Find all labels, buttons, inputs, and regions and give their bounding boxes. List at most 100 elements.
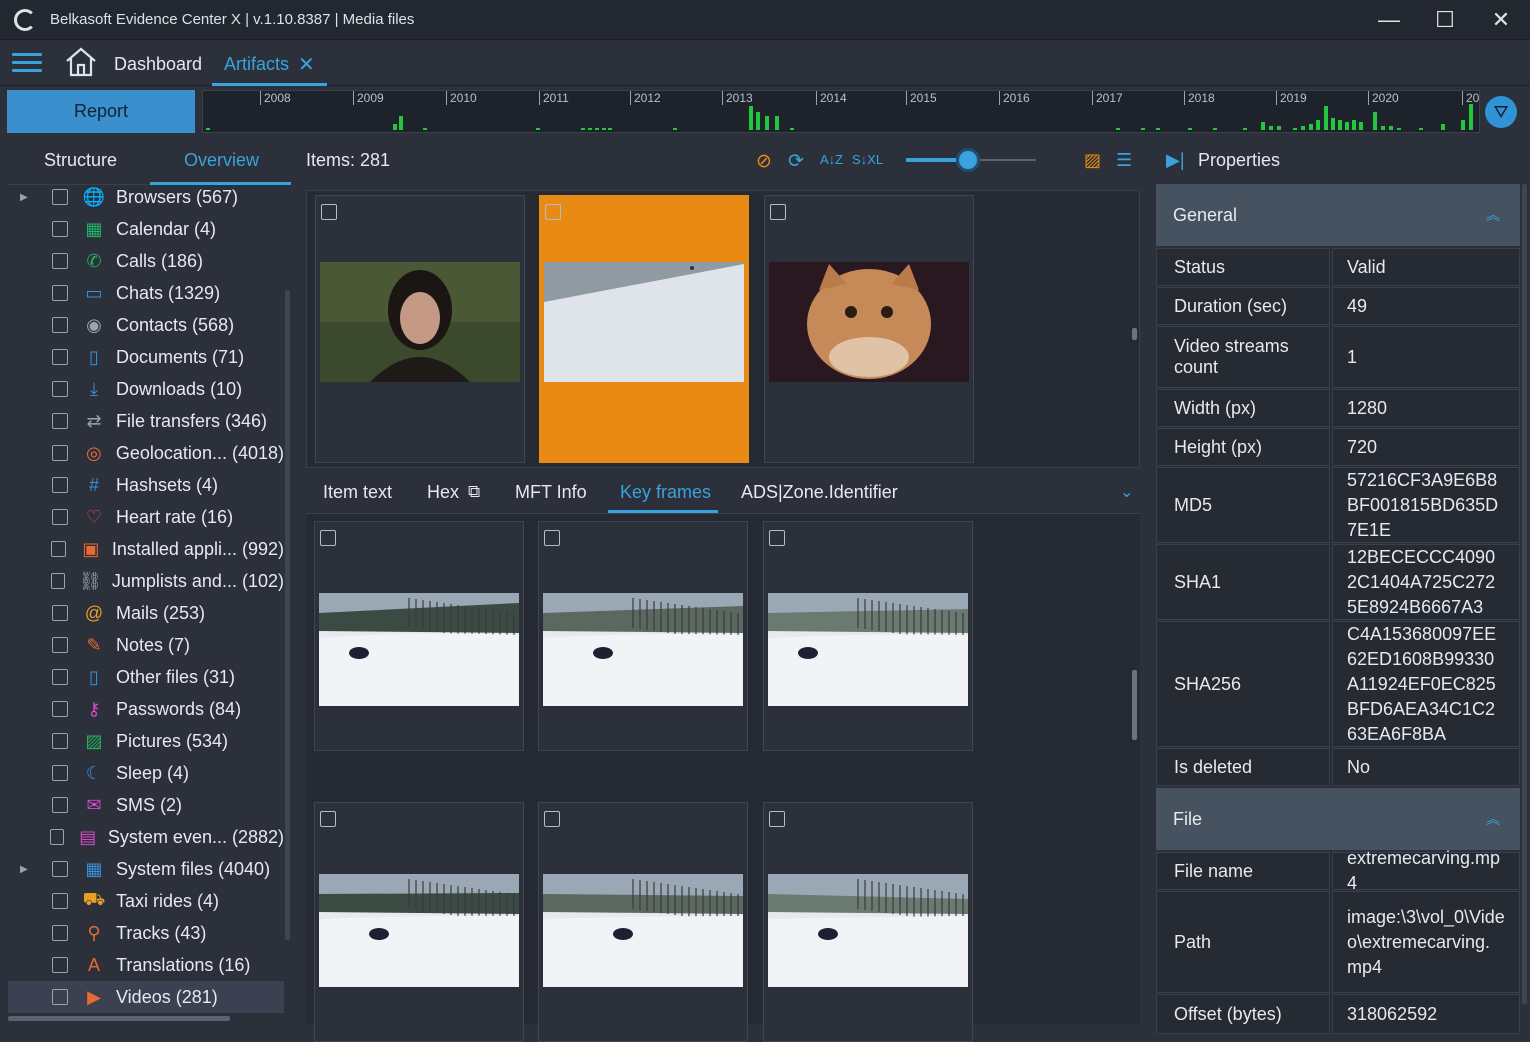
tree-item-checkbox[interactable]	[52, 317, 68, 333]
tree-item-checkbox[interactable]	[52, 733, 68, 749]
tree-item[interactable]: ▶ 🌐 Browsers (567)	[8, 181, 284, 213]
tab-mft-info[interactable]: MFT Info	[515, 482, 587, 503]
tree-item-checkbox[interactable]	[52, 509, 68, 525]
tree-item-checkbox[interactable]	[50, 573, 66, 589]
media-card[interactable]	[764, 195, 974, 463]
property-row[interactable]: Path image:\3\vol_0\Video\extremecarving.…	[1156, 891, 1520, 993]
property-row[interactable]: MD5 57216CF3A9E6B8BF001815BD635D7E1E	[1156, 467, 1520, 543]
key-frame-card[interactable]	[763, 521, 973, 751]
tree-item-checkbox[interactable]	[52, 861, 68, 877]
report-button[interactable]: Report	[7, 90, 195, 133]
tree-item-checkbox[interactable]	[52, 637, 68, 653]
menu-icon[interactable]	[12, 53, 42, 73]
tree-item[interactable]: ◎ Geolocation... (4018)	[8, 437, 284, 469]
tab-dashboard[interactable]: Dashboard	[114, 54, 202, 75]
key-frame-card[interactable]	[538, 521, 748, 751]
gallery-view-icon[interactable]: ▨	[1084, 150, 1101, 171]
properties-scrollbar[interactable]	[1522, 184, 1527, 1004]
home-icon[interactable]	[64, 46, 98, 78]
tree-item[interactable]: ⚷ Passwords (84)	[8, 693, 284, 725]
timeline-histogram[interactable]: 2008 2009 2010 2011 2012 2013 2014 2015 2016 2017…	[202, 90, 1480, 133]
property-row[interactable]: SHA256 C4A153680097EE62ED1608B99330A11924…	[1156, 621, 1520, 747]
close-tab-icon[interactable]: ✕	[298, 52, 315, 77]
tree-item-checkbox[interactable]	[52, 189, 68, 205]
tree-item[interactable]: ☾ Sleep (4)	[8, 757, 284, 789]
tab-hex[interactable]: Hex	[427, 482, 459, 503]
media-card[interactable]	[539, 195, 749, 463]
collapse-panel-icon[interactable]: ▶|	[1166, 150, 1185, 171]
expand-arrow-icon[interactable]: ▶	[20, 864, 34, 875]
tree-item[interactable]: # Hashsets (4)	[8, 469, 284, 501]
filter-icon[interactable]: ⛛	[1485, 96, 1517, 128]
tree-item-checkbox[interactable]	[52, 605, 68, 621]
tree-item[interactable]: ▯ Other files (31)	[8, 661, 284, 693]
tree-item-checkbox[interactable]	[52, 989, 68, 1005]
tree-item-checkbox[interactable]	[52, 413, 68, 429]
media-card-checkbox[interactable]	[545, 204, 561, 220]
tree-item[interactable]: ♡ Heart rate (16)	[8, 501, 284, 533]
tree-item[interactable]: ▭ Chats (1329)	[8, 277, 284, 309]
property-row[interactable]: Status Valid	[1156, 248, 1520, 286]
tree-item[interactable]: ✉ SMS (2)	[8, 789, 284, 821]
tree-item-checkbox[interactable]	[52, 349, 68, 365]
collapse-up-icon[interactable]: ︽	[1486, 788, 1500, 850]
list-view-icon[interactable]: ☰	[1116, 150, 1132, 171]
tree-item-checkbox[interactable]	[52, 701, 68, 717]
tab-item-text[interactable]: Item text	[323, 482, 392, 503]
key-frame-checkbox[interactable]	[544, 811, 560, 827]
clear-selection-icon[interactable]: ⊘	[756, 150, 772, 173]
tree-item[interactable]: ⛟ Taxi rides (4)	[8, 885, 284, 917]
collapse-up-icon[interactable]: ︽	[1486, 184, 1500, 246]
property-row[interactable]: Offset (bytes) 318062592	[1156, 994, 1520, 1034]
tree-item-checkbox[interactable]	[52, 381, 68, 397]
property-row[interactable]: Width (px) 1280	[1156, 389, 1520, 427]
tree-item[interactable]: ▣ Installed appli... (992)	[8, 533, 284, 565]
property-row[interactable]: SHA1 12BECECCC40902C1404A725C2725E8924B66…	[1156, 544, 1520, 620]
tree-item[interactable]: ▶ Videos (281)	[8, 981, 284, 1013]
key-frame-checkbox[interactable]	[769, 530, 785, 546]
tree-item-checkbox[interactable]	[52, 797, 68, 813]
tree-item-checkbox[interactable]	[52, 285, 68, 301]
maximize-button[interactable]: ☐	[1431, 6, 1459, 34]
sort-size-icon[interactable]: S↓XL	[852, 152, 883, 167]
tab-key-frames[interactable]: Key frames	[620, 482, 711, 503]
tab-ads-zone-identifier[interactable]: ADS|Zone.Identifier	[741, 482, 898, 503]
tree-item[interactable]: ▦ Calendar (4)	[8, 213, 284, 245]
tree-item[interactable]: @ Mails (253)	[8, 597, 284, 629]
tree-item[interactable]: ✎ Notes (7)	[8, 629, 284, 661]
tree-hscrollbar[interactable]	[8, 1016, 230, 1021]
section-file-header[interactable]: File ︽	[1156, 788, 1520, 850]
tab-overview[interactable]: Overview	[184, 150, 259, 171]
tree-item-checkbox[interactable]	[52, 925, 68, 941]
key-frame-checkbox[interactable]	[320, 530, 336, 546]
tree-item[interactable]: ⇄ File transfers (346)	[8, 405, 284, 437]
tree-item[interactable]: ▤ System even... (2882)	[8, 821, 284, 853]
media-card-checkbox[interactable]	[321, 204, 337, 220]
tree-scrollbar[interactable]	[285, 290, 290, 940]
property-row[interactable]: File name extremecarving.mp4	[1156, 848, 1520, 893]
key-frame-card[interactable]	[314, 802, 524, 1042]
property-row[interactable]: Is deleted No	[1156, 748, 1520, 786]
tree-item[interactable]: ✆ Calls (186)	[8, 245, 284, 277]
media-card[interactable]	[315, 195, 525, 463]
collapse-chevron-icon[interactable]: ⌄	[1120, 482, 1133, 502]
tree-item[interactable]: ▨ Pictures (534)	[8, 725, 284, 757]
tab-artifacts[interactable]: Artifacts	[224, 54, 289, 75]
zoom-slider-handle[interactable]	[956, 148, 980, 172]
tab-structure[interactable]: Structure	[44, 150, 117, 171]
minimize-button[interactable]: —	[1375, 6, 1403, 34]
tree-item-checkbox[interactable]	[49, 829, 64, 845]
external-link-icon[interactable]: ⧉	[468, 482, 480, 502]
media-card-checkbox[interactable]	[770, 204, 786, 220]
sort-date-icon[interactable]: ⟳	[788, 150, 804, 173]
tree-item[interactable]: ▶ ▦ System files (4040)	[8, 853, 284, 885]
tree-item-checkbox[interactable]	[52, 477, 68, 493]
tree-item[interactable]: ▯ Documents (71)	[8, 341, 284, 373]
tree-item-checkbox[interactable]	[52, 893, 68, 909]
property-row[interactable]: Video streams count 1	[1156, 326, 1520, 388]
tree-item-checkbox[interactable]	[51, 445, 68, 461]
tree-item[interactable]: A Translations (16)	[8, 949, 284, 981]
tree-item[interactable]: ◉ Contacts (568)	[8, 309, 284, 341]
tree-item[interactable]: ⚲ Tracks (43)	[8, 917, 284, 949]
key-frame-checkbox[interactable]	[320, 811, 336, 827]
